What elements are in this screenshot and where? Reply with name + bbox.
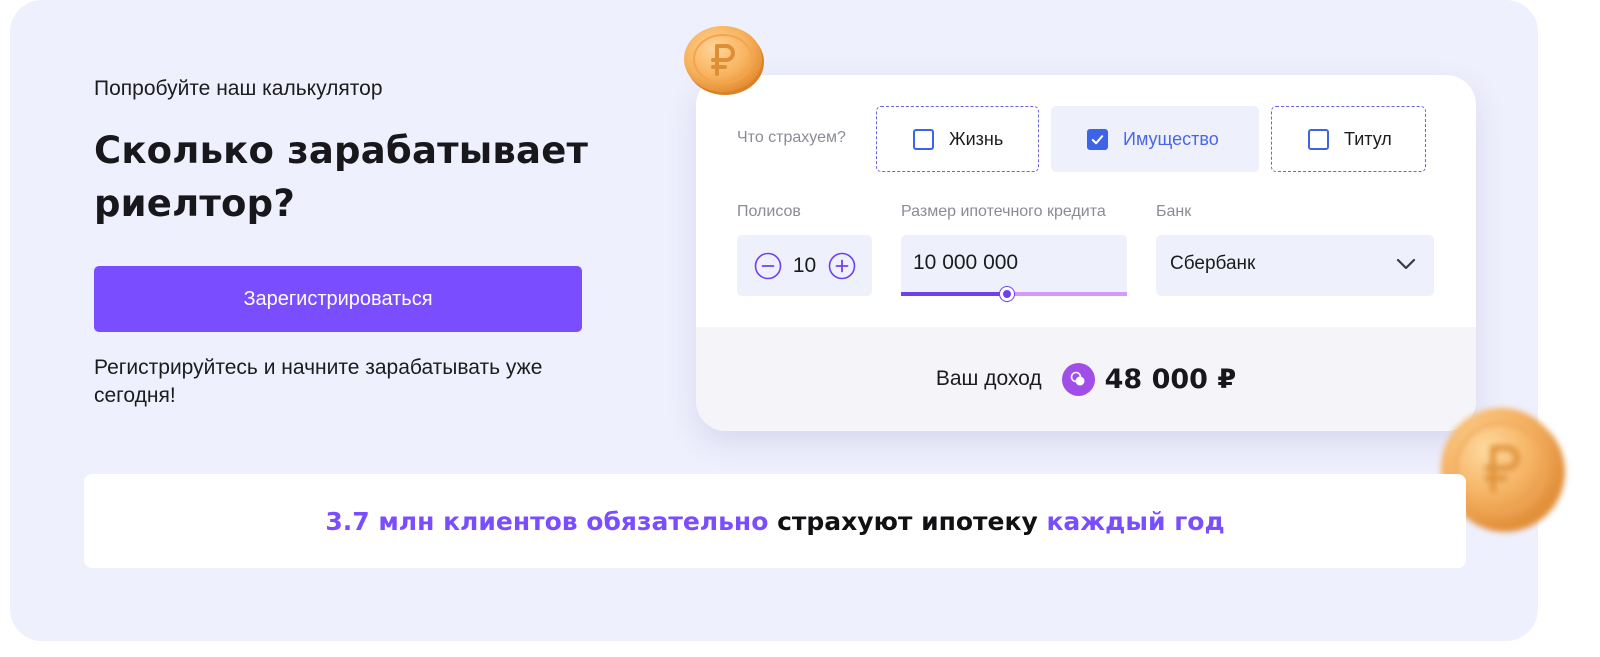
insure-label: Что страхуем?	[737, 129, 846, 146]
minus-circle-icon[interactable]	[754, 252, 782, 280]
loan-amount-value[interactable]: 10 000 000	[913, 251, 1018, 275]
option-life-label: Жизнь	[949, 128, 1004, 149]
stat-plain-text: страхуют ипотеку	[768, 506, 1047, 536]
income-row: Ваш доход 48 000 ₽	[696, 327, 1476, 431]
register-note: Регистрируйтесь и начните зарабатывать у…	[94, 356, 543, 407]
option-life[interactable]: Жизнь	[876, 106, 1039, 172]
option-property[interactable]: Имущество	[1051, 106, 1259, 172]
checkbox-icon[interactable]	[913, 128, 934, 150]
register-button[interactable]: Зарегистрироваться	[94, 266, 582, 332]
loan-amount-field[interactable]: 10 000 000	[901, 235, 1127, 301]
coins-icon	[1061, 362, 1095, 396]
income-value: 48 000 ₽	[1104, 363, 1237, 395]
income-label: Ваш доход	[935, 367, 1042, 390]
loan-label: Размер ипотечного кредита	[901, 203, 1106, 220]
mortgage-stat-text: 3.7 млн клиентов обязательно страхуют ип…	[325, 507, 1224, 536]
calculator-eyebrow: Попробуйте наш калькулятор	[94, 77, 383, 100]
page-title: Сколько зарабатывает риелтор?	[94, 129, 589, 225]
policies-value[interactable]: 10	[788, 254, 822, 278]
plus-circle-icon[interactable]	[828, 252, 856, 280]
bank-label: Банк	[1156, 203, 1192, 220]
chevron-down-icon[interactable]	[1396, 257, 1416, 271]
stat-highlight-clients: 3.7 млн клиентов обязательно	[325, 506, 769, 536]
policies-label: Полисов	[737, 203, 801, 220]
stat-highlight-yearly: каждый год	[1046, 506, 1225, 536]
bank-select[interactable]: Сбербанк	[1156, 235, 1434, 296]
checkbox-icon[interactable]	[1308, 128, 1329, 150]
option-property-label: Имущество	[1123, 128, 1219, 149]
bank-select-value: Сбербанк	[1170, 253, 1256, 274]
loan-slider-handle[interactable]	[1000, 287, 1014, 301]
ruble-coin-icon	[684, 26, 764, 95]
income-calculator: Что страхуем? Жизнь Имущество Титул Поли…	[696, 75, 1476, 431]
checkbox-checked-icon[interactable]	[1087, 128, 1108, 150]
option-title-label: Титул	[1344, 128, 1392, 149]
option-title[interactable]: Титул	[1271, 106, 1426, 172]
loan-slider-fill	[901, 292, 1007, 296]
mortgage-stat-banner: 3.7 млн клиентов обязательно страхуют ип…	[84, 474, 1466, 568]
policies-stepper: 10	[737, 235, 872, 296]
